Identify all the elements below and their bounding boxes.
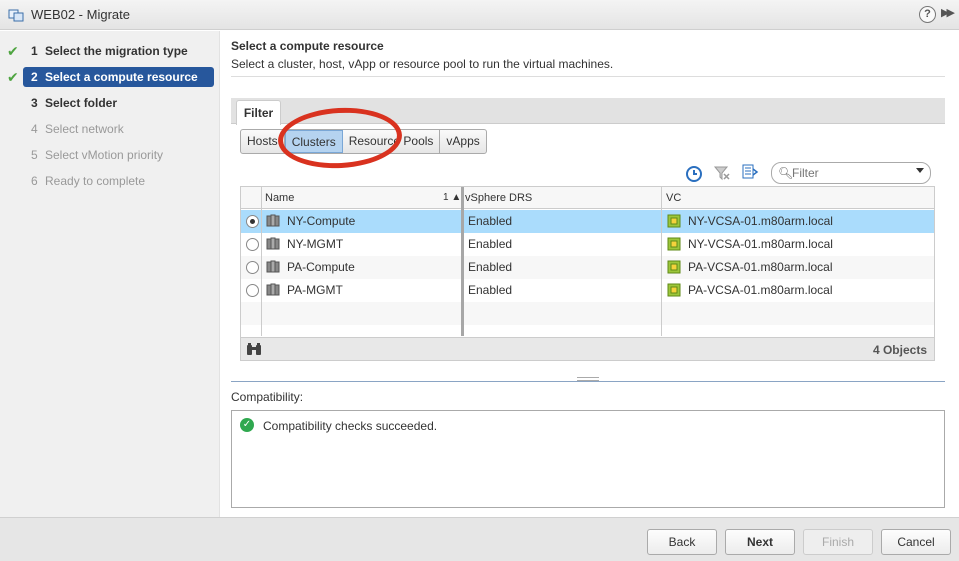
cell-vc: NY-VCSA-01.m80arm.local <box>688 214 833 228</box>
checkmark-icon: ✔ <box>7 69 19 85</box>
step-label: Ready to complete <box>45 174 146 188</box>
column-header-vc[interactable]: VC <box>662 187 681 209</box>
step-label: Select network <box>45 122 124 136</box>
compatibility-panel: ✓ Compatibility checks succeeded. <box>231 410 945 508</box>
step-select-folder[interactable]: 3 Select folder <box>0 93 220 113</box>
sort-indicator[interactable]: 1 ▲ <box>443 187 461 209</box>
step-label: Select the migration type <box>45 44 188 58</box>
checkmark-icon: ✔ <box>7 43 19 59</box>
vcenter-icon <box>667 260 681 274</box>
object-count: 4 Objects <box>872 343 927 357</box>
cell-name: PA-Compute <box>287 260 355 274</box>
vcenter-icon <box>667 283 681 297</box>
filter-input[interactable] <box>792 165 910 181</box>
row-radio-button[interactable] <box>246 284 259 297</box>
step-number: 1 <box>31 44 38 58</box>
expand-icon[interactable]: ▶▶ <box>941 6 955 19</box>
cell-vc: PA-VCSA-01.m80arm.local <box>688 283 833 297</box>
cluster-icon <box>266 260 280 273</box>
cell-name: NY-Compute <box>287 214 356 228</box>
step-ready-to-complete: 6 Ready to complete <box>0 171 220 191</box>
vcenter-icon <box>667 237 681 251</box>
vcenter-icon <box>667 214 681 228</box>
chevron-down-icon[interactable] <box>916 168 924 173</box>
window-title: WEB02 - Migrate <box>31 7 130 22</box>
column-divider <box>661 187 662 336</box>
step-number: 4 <box>31 122 38 136</box>
step-label: Select folder <box>45 96 118 110</box>
export-list-icon[interactable] <box>741 163 759 181</box>
column-header-vsphere-drs[interactable]: vSphere DRS <box>461 187 532 209</box>
cell-vsphere-drs: Enabled <box>468 260 513 274</box>
cell-name: PA-MGMT <box>287 283 343 297</box>
table-row[interactable]: PA-MGMT Enabled PA-VCSA-01.m80arm.local <box>241 279 934 302</box>
step-number: 2 <box>31 70 38 84</box>
row-radio-button[interactable] <box>246 261 259 274</box>
step-label: Select vMotion priority <box>45 148 164 162</box>
cell-name: NY-MGMT <box>287 237 344 251</box>
step-select-network: 4 Select network <box>0 119 220 139</box>
column-header-name[interactable]: Name <box>261 187 294 209</box>
wizard-steps: ✔ 1 Select the migration type ✔ 2 Select… <box>0 31 220 517</box>
row-radio-button[interactable] <box>246 215 259 228</box>
step-select-vmotion-priority: 5 Select vMotion priority <box>0 145 220 165</box>
step-number: 3 <box>31 96 38 110</box>
step-select-compute-resource[interactable]: ✔ 2 Select a compute resource <box>0 67 220 87</box>
cluster-icon <box>266 283 280 296</box>
step-number: 5 <box>31 148 38 162</box>
search-icon: 🔍︎ <box>778 166 794 180</box>
table-footer: 4 Objects <box>241 337 934 360</box>
help-icon[interactable]: ? <box>919 6 936 23</box>
column-divider <box>261 187 262 336</box>
segment-vapps[interactable]: vApps <box>440 130 485 153</box>
main-panel: Select a compute resource Select a clust… <box>221 31 959 517</box>
table-row[interactable]: NY-MGMT Enabled NY-VCSA-01.m80arm.local <box>241 233 934 256</box>
filter-search[interactable]: 🔍︎ <box>771 162 931 184</box>
cell-vc: NY-VCSA-01.m80arm.local <box>688 237 833 251</box>
recent-objects-icon[interactable] <box>685 165 703 183</box>
step-label: Select a compute resource <box>45 70 198 84</box>
wizard-footer: Back Next Finish Cancel <box>0 517 959 561</box>
column-divider[interactable] <box>461 187 464 336</box>
cell-vsphere-drs: Enabled <box>468 214 513 228</box>
clear-filter-icon[interactable] <box>713 164 731 182</box>
compatibility-message: Compatibility checks succeeded. <box>263 419 438 433</box>
table-row-empty <box>241 302 934 325</box>
clusters-table: Name 1 ▲ vSphere DRS VC NY-Compute Enabl… <box>240 186 935 361</box>
page-description: Select a cluster, host, vApp or resource… <box>231 57 614 71</box>
back-button[interactable]: Back <box>647 529 717 555</box>
tab-filter[interactable]: Filter <box>236 100 281 125</box>
next-button[interactable]: Next <box>725 529 795 555</box>
title-bar: WEB02 - Migrate ? ▶▶ <box>0 0 959 30</box>
cell-vsphere-drs: Enabled <box>468 237 513 251</box>
table-header: Name 1 ▲ vSphere DRS VC <box>241 187 934 209</box>
finish-button: Finish <box>803 529 873 555</box>
cancel-button[interactable]: Cancel <box>881 529 951 555</box>
page-title: Select a compute resource <box>231 39 384 53</box>
compatibility-label: Compatibility: <box>231 390 304 404</box>
table-row[interactable]: PA-Compute Enabled PA-VCSA-01.m80arm.loc… <box>241 256 934 279</box>
step-select-migration-type[interactable]: ✔ 1 Select the migration type <box>0 41 220 61</box>
row-radio-button[interactable] <box>246 238 259 251</box>
cluster-icon <box>266 214 280 227</box>
panel-splitter[interactable] <box>231 381 945 382</box>
cell-vc: PA-VCSA-01.m80arm.local <box>688 260 833 274</box>
cluster-icon <box>266 237 280 250</box>
success-check-icon: ✓ <box>240 418 254 432</box>
table-row[interactable]: NY-Compute Enabled NY-VCSA-01.m80arm.loc… <box>241 210 934 233</box>
binoculars-icon[interactable] <box>246 342 262 356</box>
migrate-vm-icon <box>8 9 24 22</box>
cell-vsphere-drs: Enabled <box>468 283 513 297</box>
step-number: 6 <box>31 174 38 188</box>
divider <box>231 76 945 77</box>
